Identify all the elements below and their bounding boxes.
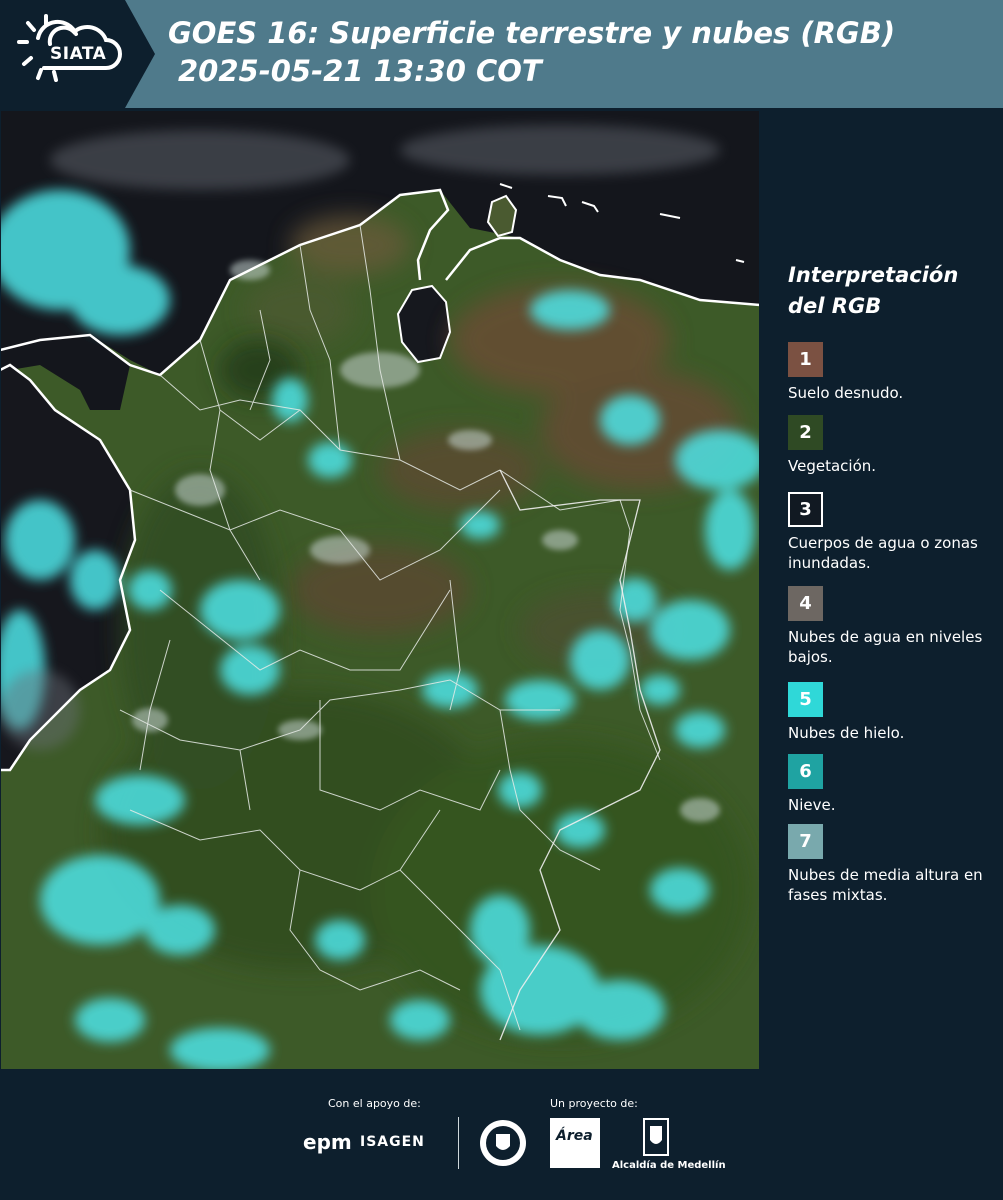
- legend-swatch: 4: [788, 586, 823, 621]
- header-bar: SIATA GOES 16: Superficie terrestre y nu…: [0, 0, 1003, 108]
- footer: Con el apoyo de: Un proyecto de: epm ISA…: [0, 1072, 1003, 1200]
- title-line-2: 2025-05-21 13:30 COT: [178, 54, 542, 88]
- legend-swatch: 2: [788, 415, 823, 450]
- legend-label: Cuerpos de agua o zonas inundadas.: [788, 534, 978, 572]
- logo-text: SIATA: [50, 44, 107, 64]
- legend-panel: Interpretación del RGB 1 Suelo desnudo. 2 V…: [776, 260, 996, 904]
- epm-logo: epm: [303, 1130, 352, 1154]
- legend-item: 3 Cuerpos de agua o zonas inundadas.: [788, 492, 993, 573]
- project-label: Un proyecto de:: [550, 1097, 638, 1110]
- legend-item: 1 Suelo desnudo.: [788, 342, 993, 403]
- alcaldia-text: Alcaldía de Medellín: [612, 1160, 726, 1171]
- area-metropolitana-text: Área: [556, 1128, 593, 1144]
- legend-item: 2 Vegetación.: [788, 415, 993, 476]
- footer-divider: [458, 1117, 459, 1169]
- legend-swatch: 1: [788, 342, 823, 377]
- rgb-satellite-image: [0, 110, 760, 1070]
- legend-item: 4 Nubes de agua en niveles bajos.: [788, 586, 993, 667]
- area-metropolitana-logo: Área: [550, 1118, 600, 1168]
- support-label: Con el apoyo de:: [328, 1097, 421, 1110]
- legend-title: Interpretación del RGB: [788, 260, 996, 322]
- legend-title-line-1: Interpretación: [788, 263, 959, 287]
- legend-swatch: 3: [788, 492, 823, 527]
- legend-swatch: 7: [788, 824, 823, 859]
- title-line-1: GOES 16: Superficie terrestre y nubes (R…: [168, 16, 896, 50]
- legend-label: Nubes de media altura en fases mixtas.: [788, 866, 983, 904]
- legend-swatch: 5: [788, 682, 823, 717]
- page-title: GOES 16: Superficie terrestre y nubes (R…: [168, 14, 988, 90]
- legend-swatch: 6: [788, 754, 823, 789]
- alcaldia-shield-icon: [643, 1118, 669, 1156]
- legend-label: Suelo desnudo.: [788, 384, 904, 402]
- legend-item: 6 Nieve.: [788, 754, 993, 815]
- legend-label: Nubes de agua en niveles bajos.: [788, 628, 983, 666]
- legend-title-line-2: del RGB: [788, 294, 882, 318]
- legend-label: Vegetación.: [788, 457, 877, 475]
- legend-item: 5 Nubes de hielo.: [788, 682, 993, 743]
- medellin-seal-icon: [480, 1120, 526, 1166]
- siata-logo: SIATA: [0, 0, 155, 108]
- legend-label: Nubes de hielo.: [788, 724, 905, 742]
- legend-label: Nieve.: [788, 796, 836, 814]
- satellite-map: [0, 110, 760, 1070]
- legend-item: 7 Nubes de media altura en fases mixtas.: [788, 824, 993, 905]
- isagen-logo: ISAGEN: [360, 1134, 425, 1150]
